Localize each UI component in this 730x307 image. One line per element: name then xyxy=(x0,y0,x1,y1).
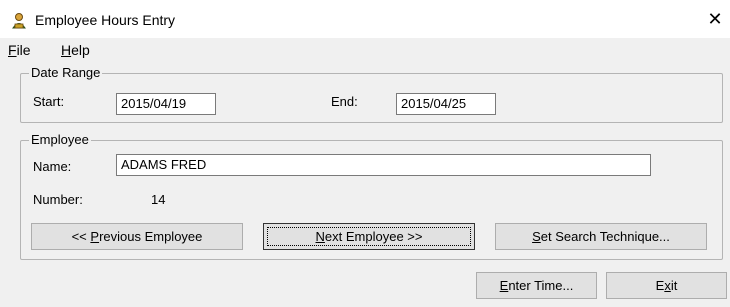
search-mnemonic: S xyxy=(532,229,541,244)
date-range-title: Date Range xyxy=(29,65,103,80)
menu-help-label: elp xyxy=(71,42,90,58)
menu-help-mnemonic: H xyxy=(61,42,72,58)
next-mnemonic: N xyxy=(315,229,325,244)
name-label: Name: xyxy=(33,159,72,174)
app-icon xyxy=(12,13,26,29)
number-label: Number: xyxy=(33,192,83,207)
enter-label: nter Time... xyxy=(508,278,574,293)
previous-prefix: << xyxy=(71,229,91,244)
previous-label: revious Employee xyxy=(99,229,203,244)
next-label: ext Employee >> xyxy=(324,229,423,244)
title-bar: Employee Hours Entry ✕ xyxy=(0,0,730,38)
enter-time-button[interactable]: Enter Time... xyxy=(476,272,597,299)
date-range-group: Date Range Start: 2015/04/19 End: 2015/0… xyxy=(20,65,723,123)
window-title: Employee Hours Entry xyxy=(35,12,176,28)
menu-help[interactable]: Help xyxy=(61,42,90,58)
menu-file-label: ile xyxy=(16,42,31,58)
menu-file[interactable]: File xyxy=(8,42,31,58)
next-employee-button[interactable]: Next Employee >> xyxy=(263,223,475,250)
set-search-technique-button[interactable]: Set Search Technique... xyxy=(495,223,707,250)
end-label: End: xyxy=(331,94,358,109)
enter-mnemonic: E xyxy=(499,278,509,293)
employee-group: Employee Name: ADAMS FRED Number: 14 << … xyxy=(20,132,723,260)
name-field[interactable]: ADAMS FRED xyxy=(116,154,651,176)
menu-file-mnemonic: F xyxy=(8,42,17,58)
start-date-field[interactable]: 2015/04/19 xyxy=(116,93,216,115)
previous-mnemonic: P xyxy=(90,229,100,244)
exit-button[interactable]: Exit xyxy=(606,272,727,299)
exit-label: it xyxy=(670,278,678,293)
search-label: et Search Technique... xyxy=(540,229,670,244)
end-date-field[interactable]: 2015/04/25 xyxy=(396,93,496,115)
previous-employee-button[interactable]: << Previous Employee xyxy=(31,223,243,250)
number-value: 14 xyxy=(151,192,166,207)
close-icon[interactable]: ✕ xyxy=(704,8,726,30)
start-label: Start: xyxy=(33,94,65,109)
employee-title: Employee xyxy=(29,132,91,147)
